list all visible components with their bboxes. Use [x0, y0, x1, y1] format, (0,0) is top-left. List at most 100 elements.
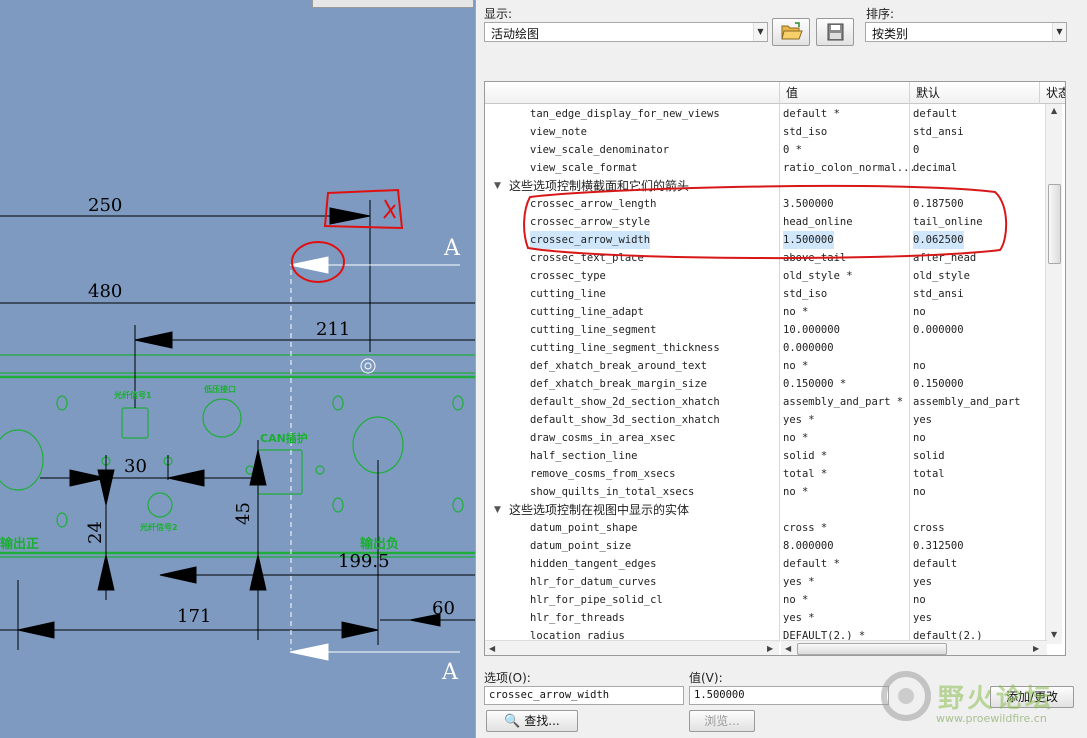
sort-dropdown[interactable]: 按类别 ▼	[865, 22, 1067, 42]
option-name: tan_edge_display_for_new_views	[530, 108, 720, 120]
option-value: no *	[783, 594, 809, 606]
folder-open-icon	[781, 22, 803, 40]
chevron-down-icon[interactable]: ▼	[753, 23, 767, 41]
open-button[interactable]	[772, 18, 810, 46]
table-row[interactable]: crossec_arrow_style head_online tail_onlin…	[485, 213, 1051, 231]
save-button[interactable]	[816, 18, 854, 46]
option-value: yes *	[783, 612, 815, 624]
drawing-svg	[0, 188, 475, 661]
browse-button[interactable]: 浏览...	[689, 710, 755, 732]
table-row[interactable]: draw_cosms_in_area_xsecno *no●	[485, 429, 1051, 447]
table-row[interactable]: crossec_text_placeabove_tailafter_head●	[485, 249, 1051, 267]
option-value: 3.500000	[783, 198, 834, 210]
scroll-left-icon[interactable]: ◀	[785, 644, 791, 653]
option-name: hlr_for_threads	[530, 612, 625, 624]
option-default: 0.187500	[913, 198, 964, 210]
option-default: after_head	[913, 252, 977, 264]
option-default: old_style	[913, 270, 970, 282]
table-row[interactable]: crossec_typeold_style *old_style●	[485, 267, 1051, 285]
part-label-can: CAN插护	[260, 432, 308, 445]
section-label-bottom: A	[442, 660, 458, 685]
drawing-canvas[interactable]: 250 480 211 30 45 24 199.5 171 60 A A 光纤…	[0, 0, 475, 738]
option-default: solid	[913, 450, 945, 462]
option-value: yes *	[783, 414, 815, 426]
group-row[interactable]: ▼ 这些选项控制横截面和它们的箭头	[485, 177, 1051, 195]
option-label: 选项(O):	[484, 671, 531, 685]
table-row[interactable]: view_scale_format ratio_colon_normal... de…	[485, 159, 1051, 177]
horizontal-scroll-thumb[interactable]	[797, 643, 947, 655]
table-row[interactable]: datum_point_size8.0000000.312500●	[485, 537, 1051, 555]
col-header-default[interactable]: 默认	[909, 82, 1039, 104]
option-name: crossec_type	[530, 270, 606, 282]
option-default: yes	[913, 414, 932, 426]
vertical-scroll-thumb[interactable]	[1048, 184, 1061, 264]
col-header-value[interactable]: 值	[779, 82, 909, 104]
dim-171: 171	[177, 606, 212, 627]
table-row[interactable]: crossec_arrow_length3.5000000.187500●	[485, 195, 1051, 213]
option-default: std_ansi	[913, 126, 964, 138]
table-row[interactable]: def_xhatch_break_around_textno *no●	[485, 357, 1051, 375]
option-default: cross	[913, 522, 945, 534]
scroll-right-icon[interactable]: ▶	[767, 644, 773, 653]
option-value: ratio_colon_normal...	[783, 162, 916, 174]
find-button[interactable]: 🔍 查找...	[486, 710, 578, 732]
table-row[interactable]: default_show_2d_section_xhatch assembly_a…	[485, 393, 1051, 411]
option-default: decimal	[913, 162, 958, 174]
table-header: 值 默认 状态	[485, 82, 1065, 104]
chevron-down-icon[interactable]: ▼	[1052, 23, 1066, 41]
option-name: crossec_arrow_width	[530, 231, 651, 249]
table-row[interactable]: datum_point_shapecross *cross●	[485, 519, 1051, 537]
table-row[interactable]: hidden_tangent_edgesdefault *default●	[485, 555, 1051, 573]
option-value: total *	[783, 468, 828, 480]
table-row[interactable]: cutting_line_segment_thickness0.000000●	[485, 339, 1051, 357]
value-field[interactable]: 1.500000	[689, 686, 889, 705]
option-name: cutting_line_segment_thickness	[530, 342, 720, 354]
collapse-triangle-icon[interactable]: ▼	[494, 501, 501, 519]
table-row[interactable]: view_notestd_isostd_ansi●	[485, 123, 1051, 141]
scroll-right-icon[interactable]: ▶	[1033, 644, 1039, 653]
table-row[interactable]: default_show_3d_section_xhatchyes *yes●	[485, 411, 1051, 429]
option-value: no *	[783, 306, 809, 318]
option-name: show_quilts_in_total_xsecs	[530, 486, 695, 498]
option-default: 0.150000	[913, 378, 964, 390]
option-default: 0	[913, 144, 920, 156]
table-row[interactable]: hlr_for_threadsyes *yes●	[485, 609, 1051, 627]
sort-label: 排序:	[866, 7, 895, 21]
table-row[interactable]: half_section_linesolid *solid●	[485, 447, 1051, 465]
scroll-up-icon[interactable]: ▲	[1051, 106, 1057, 115]
group-row[interactable]: ▼ 这些选项控制在视图中显示的实体	[485, 501, 1051, 519]
table-row[interactable]: tan_edge_display_for_new_views default * d…	[485, 105, 1051, 123]
horizontal-scrollbar-right[interactable]: ◀ ▶	[781, 640, 1047, 655]
collapse-triangle-icon[interactable]: ▼	[494, 177, 501, 195]
show-dropdown[interactable]: 活动绘图 ▼	[484, 22, 768, 42]
option-value: std_iso	[783, 126, 828, 138]
vertical-scrollbar[interactable]: ▲ ▼	[1045, 104, 1062, 644]
scroll-left-icon[interactable]: ◀	[489, 644, 495, 653]
part-label-fiber-2: 光纤信号2	[140, 523, 178, 532]
table-row[interactable]: cutting_line_segment10.0000000.000000●	[485, 321, 1051, 339]
table-row[interactable]: show_quilts_in_total_xsecsno *no●	[485, 483, 1051, 501]
scroll-down-icon[interactable]: ▼	[1051, 630, 1057, 639]
table-row[interactable]: cutting_linestd_isostd_ansi●	[485, 285, 1051, 303]
option-value: cross *	[783, 522, 828, 534]
option-name: default_show_3d_section_xhatch	[530, 414, 720, 426]
table-row[interactable]: hlr_for_datum_curvesyes *yes●	[485, 573, 1051, 591]
dim-30: 30	[124, 456, 147, 477]
show-label: 显示:	[484, 7, 513, 21]
table-row[interactable]: hlr_for_pipe_solid_clno *no●	[485, 591, 1051, 609]
table-row[interactable]: view_scale_denominator0 *0●	[485, 141, 1051, 159]
option-default: no	[913, 486, 926, 498]
option-name: default_show_2d_section_xhatch	[530, 396, 720, 408]
group-label: 这些选项控制在视图中显示的实体	[509, 503, 690, 517]
table-row[interactable]: remove_cosms_from_xsecstotal *total●	[485, 465, 1051, 483]
table-row[interactable]: def_xhatch_break_margin_size 0.150000 * 0.…	[485, 375, 1051, 393]
option-value: 0 *	[783, 144, 802, 156]
option-field[interactable]: crossec_arrow_width	[484, 686, 684, 705]
horizontal-scrollbar-left[interactable]: ◀ ▶	[485, 640, 779, 655]
table-row[interactable]: cutting_line_adaptno *no●	[485, 303, 1051, 321]
option-value: std_iso	[783, 288, 828, 300]
col-header-status[interactable]: 状态	[1039, 82, 1065, 104]
options-table[interactable]: 值 默认 状态 tan_edge_display_for_new_viewsde…	[484, 81, 1066, 656]
table-row[interactable]: crossec_arrow_width1.5000000.062500●	[485, 231, 1051, 249]
option-value: default *	[783, 108, 840, 120]
